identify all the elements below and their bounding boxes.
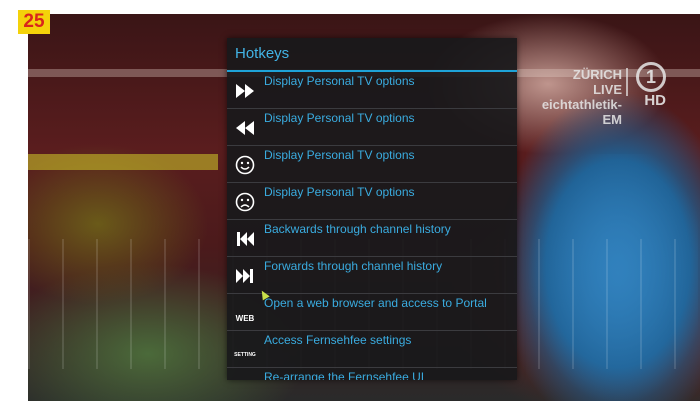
hotkey-label: Display Personal TV options [264, 148, 415, 162]
fast-forward-icon [233, 79, 257, 103]
hotkey-row-web[interactable]: WEB Open a web browser and access to Por… [227, 294, 517, 331]
hotkey-row-display-options-4[interactable]: Display Personal TV options [227, 183, 517, 220]
web-icon-text: WEB [235, 313, 255, 323]
hotkey-label: Display Personal TV options [264, 185, 415, 199]
setting-icon: SETTING [233, 338, 257, 362]
watermark-divider [626, 68, 628, 96]
panel-title: Hotkeys [227, 38, 517, 72]
hotkey-label: Display Personal TV options [264, 74, 415, 88]
athlete-figure [518, 154, 698, 401]
hotkey-row-channel-back[interactable]: Backwards through channel history [227, 220, 517, 257]
hotkey-label: Re-arrange the Fernsehfee UI [264, 370, 425, 380]
rewind-icon [233, 116, 257, 140]
hd-label: HD [644, 92, 666, 109]
watermark-line2: eichtathletik-EM [541, 97, 622, 127]
setting-icon-text: SETTING [234, 352, 256, 358]
hotkey-label: Access Fernsehfee settings [264, 333, 412, 347]
watermark-line1: ZÜRICH LIVE [572, 67, 622, 97]
hotkey-label: Forwards through channel history [264, 259, 443, 273]
skip-forward-icon [233, 264, 257, 288]
hotkey-row-display-options-3[interactable]: Display Personal TV options [227, 146, 517, 183]
hotkey-row-channel-forward[interactable]: Forwards through channel history [227, 257, 517, 294]
hotkey-row-settings[interactable]: SETTING Access Fernsehfee settings [227, 331, 517, 368]
page-number-badge: 25 [18, 10, 50, 34]
hotkey-label: Open a web browser and access to Portal [264, 296, 487, 310]
hotkey-row-display-options-1[interactable]: Display Personal TV options [227, 72, 517, 109]
hotkey-label: Display Personal TV options [264, 111, 415, 125]
web-icon: WEB [233, 301, 257, 325]
hotkey-row-arrange[interactable]: Re-arrange the Fernsehfee UI [227, 368, 517, 380]
channel-logo-icon: 1 [636, 62, 666, 92]
hotkey-row-display-options-2[interactable]: Display Personal TV options [227, 109, 517, 146]
skip-back-icon [233, 227, 257, 251]
watermark-text: ZÜRICH LIVE eichtathletik-EM [542, 67, 622, 127]
background-banner [28, 154, 218, 170]
hotkeys-panel: Hotkeys Display Personal TV options Disp… [227, 38, 517, 380]
hotkey-label: Backwards through channel history [264, 222, 451, 236]
arrange-icon [233, 375, 257, 380]
frown-icon [233, 190, 257, 214]
smiley-icon [233, 153, 257, 177]
